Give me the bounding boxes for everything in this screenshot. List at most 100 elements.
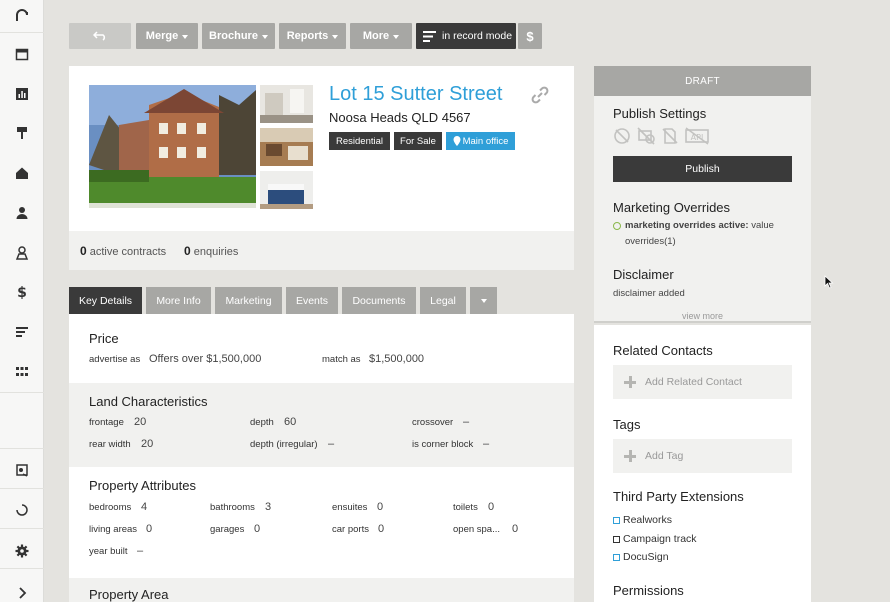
permissions-title: Permissions <box>613 583 684 598</box>
tab-more-dropdown[interactable] <box>470 287 497 314</box>
price-section: Price advertise as Offers over $1,500,00… <box>69 314 574 383</box>
chevron-right-icon[interactable] <box>11 583 33 602</box>
active-contracts-stat[interactable]: 0 active contracts <box>80 244 166 258</box>
property-area-section: Property Area <box>69 578 574 602</box>
tab-legal[interactable]: Legal <box>420 287 466 314</box>
add-related-contact-button[interactable]: Add Related Contact <box>613 365 792 399</box>
depth-value: 60 <box>284 416 297 428</box>
marketing-overrides-status[interactable]: marketing overrides active: value <box>613 220 774 231</box>
add-tag-label: Add Tag <box>645 450 684 462</box>
extension-campaign-track[interactable]: Campaign track <box>613 533 697 545</box>
frontage-label: frontage <box>89 417 124 428</box>
enquiries-stat[interactable]: 0 enquiries <box>184 244 238 258</box>
open-spaces-label: open spa... <box>453 524 501 535</box>
status-dot-icon <box>613 221 621 230</box>
gear-icon[interactable] <box>11 541 33 561</box>
plus-icon <box>624 450 636 462</box>
dollar-button[interactable]: $ <box>518 23 542 49</box>
user-search-icon[interactable] <box>11 460 33 480</box>
caret-down-icon <box>182 34 189 39</box>
list-lines-icon[interactable] <box>11 322 33 342</box>
depth-label: depth <box>250 417 274 428</box>
frontage-value: 20 <box>134 416 147 428</box>
agent-icon[interactable] <box>11 243 33 263</box>
checkbox-icon <box>613 535 620 543</box>
third-party-extensions-title: Third Party Extensions <box>613 489 744 504</box>
ensuites-value: 0 <box>377 501 384 513</box>
marketing-overrides-count: overrides(1) <box>625 236 676 247</box>
home-icon[interactable] <box>11 163 33 183</box>
view-more-link[interactable]: view more <box>594 311 811 321</box>
record-mode-button[interactable]: in record mode <box>416 23 516 49</box>
dollar-icon[interactable]: $ <box>11 282 33 302</box>
more-button[interactable]: More <box>350 23 412 49</box>
add-tag-button[interactable]: Add Tag <box>613 439 792 473</box>
advertise-as-value: Offers over $1,500,000 <box>149 353 262 365</box>
reports-label: Reports <box>286 30 329 42</box>
reports-button[interactable]: Reports <box>279 23 346 49</box>
svg-text:API: API <box>691 133 704 142</box>
tab-events[interactable]: Events <box>286 287 338 314</box>
price-title: Price <box>89 331 119 346</box>
badge-main-office[interactable]: Main office <box>446 132 515 150</box>
publish-button[interactable]: Publish <box>613 156 792 182</box>
car-ports-label: car ports <box>332 524 369 535</box>
badge-residential: Residential <box>329 132 390 150</box>
paint-roller-icon[interactable] <box>11 123 33 143</box>
thumbnail-living-room[interactable] <box>260 128 313 166</box>
extension-realworks-label: Realworks <box>623 514 673 526</box>
tags-title: Tags <box>613 417 641 432</box>
person-icon[interactable] <box>11 203 33 223</box>
checkbox-icon <box>613 553 620 561</box>
listing-stats-bar: 0 active contracts 0 enquiries <box>69 231 574 270</box>
apps-grid-icon[interactable] <box>11 362 33 382</box>
extension-docusign[interactable]: DocuSign <box>613 551 669 563</box>
no-portal-icon[interactable] <box>637 127 655 145</box>
land-title: Land Characteristics <box>89 394 208 409</box>
loading-circle-icon[interactable] <box>11 500 33 520</box>
merge-label: Merge <box>145 30 179 42</box>
caret-down-icon <box>480 298 487 303</box>
related-panel: Related Contacts Add Related Contact Tag… <box>594 325 811 602</box>
garages-value: 0 <box>254 523 261 535</box>
publish-panel: Publish Settings API Publish Marketing O… <box>594 96 811 323</box>
tab-documents[interactable]: Documents <box>342 287 416 314</box>
toilets-label: toilets <box>453 502 478 513</box>
no-internet-icon[interactable] <box>613 127 631 145</box>
merge-button[interactable]: Merge <box>136 23 198 49</box>
publish-settings-title: Publish Settings <box>613 106 707 121</box>
listing-address: Noosa Heads QLD 4567 <box>329 110 471 125</box>
undo-arrow-icon <box>93 31 106 41</box>
brochure-label: Brochure <box>209 30 258 42</box>
brochure-button[interactable]: Brochure <box>202 23 275 49</box>
record-mode-label: in record mode <box>442 30 513 42</box>
attributes-title: Property Attributes <box>89 478 196 493</box>
active-contracts-label: active contracts <box>89 246 167 258</box>
enquiries-count: 0 <box>184 244 191 258</box>
no-document-icon[interactable] <box>661 127 679 145</box>
extension-realworks[interactable]: Realworks <box>613 514 672 526</box>
draft-status-bar: DRAFT <box>594 66 811 96</box>
listing-title[interactable]: Lot 15 Sutter Street <box>329 83 502 106</box>
chart-icon[interactable] <box>11 84 33 104</box>
thumbnail-bathroom[interactable] <box>260 85 313 123</box>
plus-icon <box>624 376 636 388</box>
bedrooms-label: bedrooms <box>89 502 132 513</box>
listing-header-card: Lot 15 Sutter Street Noosa Heads QLD 456… <box>69 66 574 231</box>
link-chain-icon[interactable] <box>531 86 549 104</box>
back-button[interactable] <box>69 23 131 49</box>
garages-label: garages <box>210 524 245 535</box>
calendar-icon[interactable] <box>11 44 33 64</box>
refresh-logo-icon[interactable] <box>11 6 33 26</box>
tab-more-info[interactable]: More Info <box>146 287 211 314</box>
depth-irregular-value: – <box>328 438 335 450</box>
tab-marketing[interactable]: Marketing <box>215 287 282 314</box>
tab-key-details[interactable]: Key Details <box>69 287 142 314</box>
bathrooms-label: bathrooms <box>210 502 255 513</box>
main-property-photo[interactable] <box>89 85 256 208</box>
crossover-value: – <box>463 416 470 428</box>
svg-text:$: $ <box>17 285 27 299</box>
no-api-icon[interactable]: API <box>685 127 709 145</box>
rear-width-label: rear width <box>89 439 131 450</box>
thumbnail-bedroom[interactable] <box>260 171 313 209</box>
